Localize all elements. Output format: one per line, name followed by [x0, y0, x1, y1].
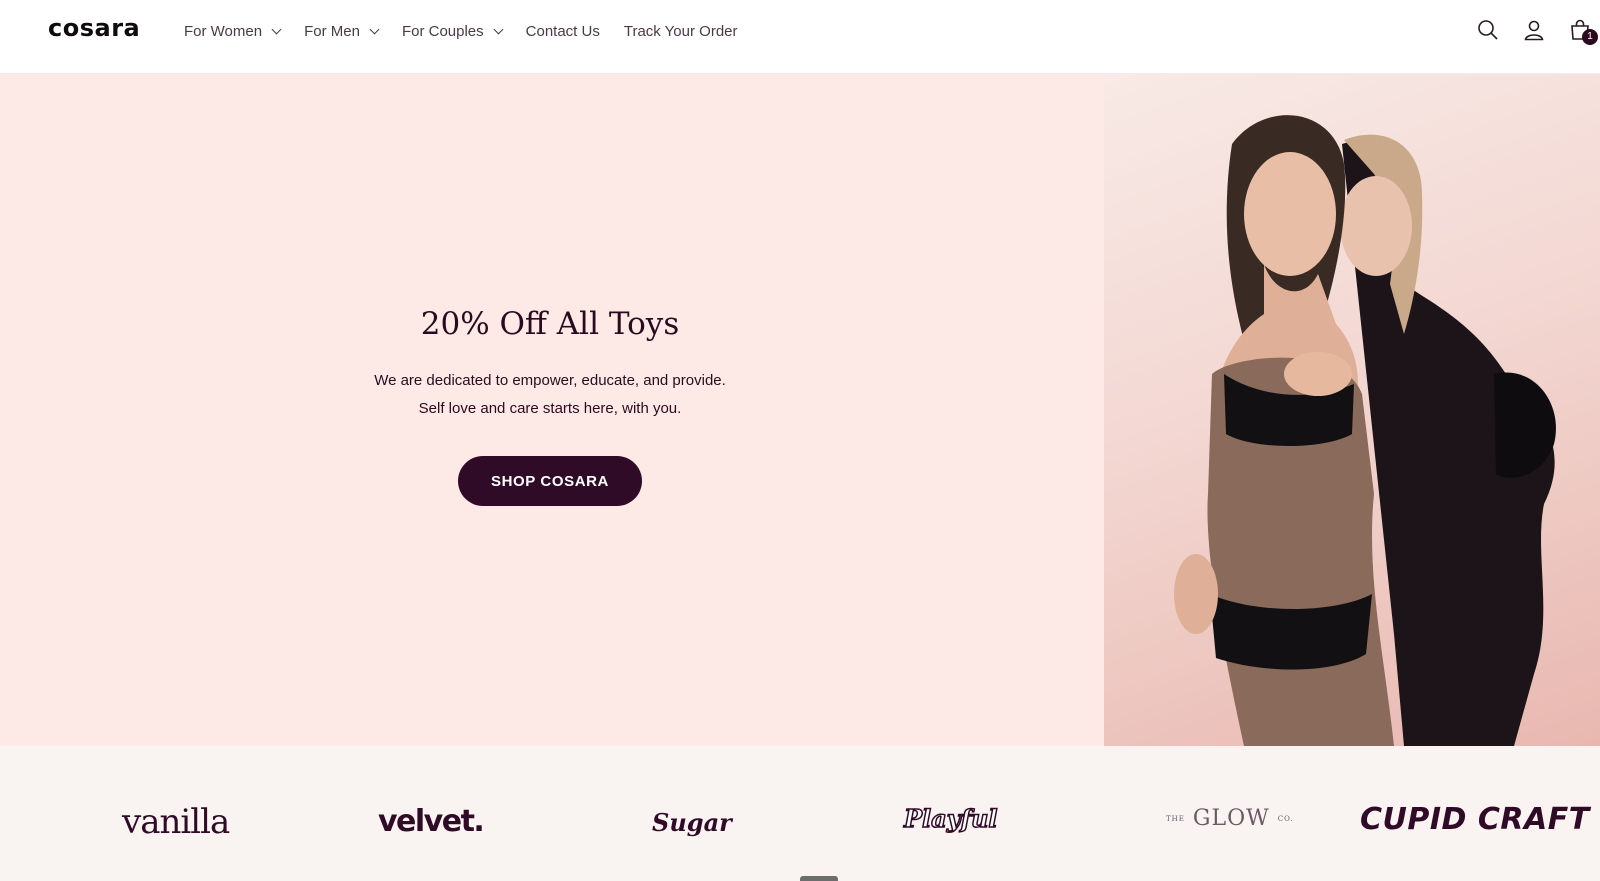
header-icons: 1: [1420, 0, 1600, 62]
brand-logo-sugar[interactable]: Sugar: [652, 808, 732, 837]
scroll-handle[interactable]: [800, 876, 838, 881]
brand-logo-prefix: THE: [1166, 815, 1185, 823]
brand-logo-the-glow-co[interactable]: THE GLOW CO.: [1166, 806, 1294, 831]
cart-count-badge: 1: [1582, 29, 1598, 45]
nav-item-label: Contact Us: [525, 22, 600, 40]
user-icon: [1524, 20, 1544, 41]
account-button[interactable]: [1522, 18, 1546, 42]
chevron-down-icon: [493, 24, 504, 34]
hero-section: 20% Off All Toys We are dedicated to emp…: [0, 74, 1600, 746]
nav-item-label: For Men: [304, 22, 360, 40]
nav-item-label: For Women: [184, 22, 263, 40]
nav-item-label: For Couples: [401, 22, 484, 40]
nav-item-for-couples[interactable]: For Couples: [401, 22, 504, 40]
site-logo[interactable]: cosara: [48, 14, 140, 42]
search-icon: [1478, 20, 1498, 40]
shop-cosara-button[interactable]: SHOP COSARA: [458, 456, 642, 506]
hero-panel: 20% Off All Toys We are dedicated to emp…: [0, 74, 1104, 746]
hero-description-line-1: We are dedicated to empower, educate, an…: [374, 372, 726, 389]
chevron-down-icon: [369, 24, 380, 34]
nav-item-label: Track Your Order: [623, 22, 738, 40]
hero-title: 20% Off All Toys: [420, 306, 680, 342]
main-nav: For Women For Men For Couples Contact Us…: [184, 0, 762, 62]
hero-photo-illustration: [1174, 115, 1556, 746]
brand-logo-cupid-craft[interactable]: CUPID CRAFT: [1360, 802, 1590, 837]
nav-item-for-women[interactable]: For Women: [184, 22, 282, 40]
brand-logos-strip: vanilla velvet. Sugar Playful THE GLOW C…: [0, 746, 1600, 881]
brand-logo-suffix: CO.: [1277, 815, 1294, 823]
hero-image: [1104, 74, 1600, 746]
nav-item-contact-us[interactable]: Contact Us: [526, 23, 600, 40]
chevron-down-icon: [271, 24, 282, 34]
nav-item-for-men[interactable]: For Men: [304, 22, 380, 40]
hero-content: 20% Off All Toys We are dedicated to emp…: [0, 74, 1100, 746]
brand-logo-name: GLOW: [1192, 806, 1270, 831]
hero-description-line-2: Self love and care starts here, with you…: [418, 400, 682, 417]
brand-logo-vanilla[interactable]: vanilla: [122, 802, 230, 842]
brand-logo-playful[interactable]: Playful: [903, 803, 998, 834]
site-header: cosara For Women For Men For Couples Con…: [0, 0, 1600, 74]
cart-button[interactable]: 1: [1568, 18, 1598, 45]
search-button[interactable]: [1476, 18, 1500, 42]
brand-logo-velvet[interactable]: velvet.: [378, 804, 485, 839]
nav-item-track-order[interactable]: Track Your Order: [624, 23, 738, 40]
